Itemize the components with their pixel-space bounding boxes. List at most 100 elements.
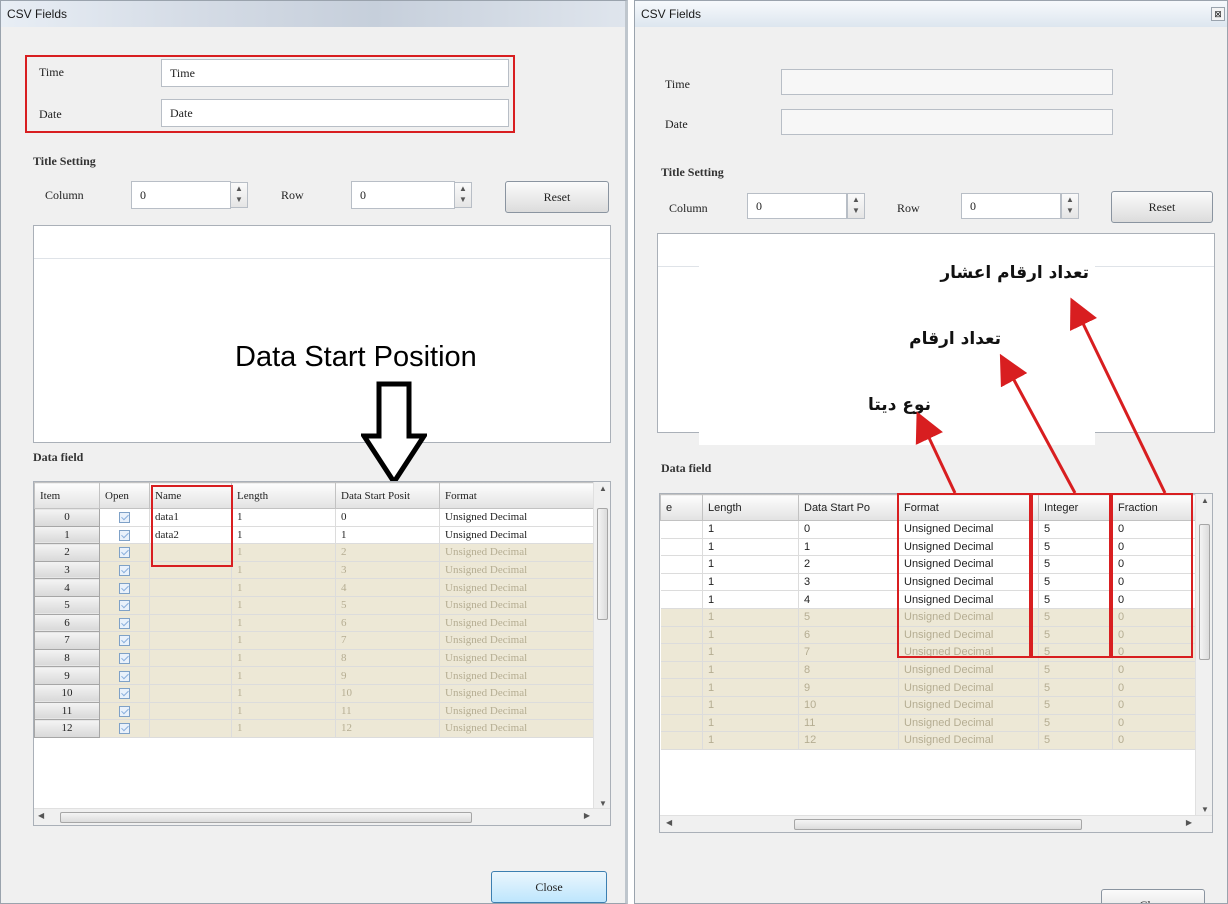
left-row-open[interactable]: [99, 543, 150, 562]
left-row-item[interactable]: 2: [34, 543, 100, 562]
left-row-item[interactable]: 1: [34, 525, 100, 545]
table-row[interactable]: 1 data2 1 1 Unsigned Decimal: [34, 525, 595, 545]
left-row-name[interactable]: data1: [149, 508, 232, 527]
left-row-length[interactable]: 1: [231, 702, 336, 721]
table-row[interactable]: 8 1 8 Unsigned Decimal: [34, 648, 595, 668]
left-row-length[interactable]: 1: [231, 543, 336, 562]
table-row[interactable]: 0 data1 1 0 Unsigned Decimal: [34, 508, 595, 527]
left-time-input[interactable]: Time: [161, 59, 509, 87]
table-row[interactable]: 5 1 5 Unsigned Decimal: [34, 595, 595, 615]
left-row-start[interactable]: 7: [335, 631, 440, 650]
left-row-length[interactable]: 1: [231, 508, 336, 527]
left-vscroll-thumb[interactable]: [597, 508, 608, 620]
left-row-start[interactable]: 10: [335, 684, 440, 703]
left-row-start[interactable]: 3: [335, 561, 440, 580]
left-row-name[interactable]: [149, 666, 232, 685]
left-row-name[interactable]: data2: [149, 526, 232, 545]
left-row-format[interactable]: Unsigned Decimal: [439, 631, 595, 650]
left-row-length[interactable]: 1: [231, 666, 336, 685]
left-row-length[interactable]: 1: [231, 596, 336, 615]
left-row-length[interactable]: 1: [231, 526, 336, 545]
left-row-name[interactable]: [149, 596, 232, 615]
left-row-format[interactable]: Unsigned Decimal: [439, 596, 595, 615]
left-row-format[interactable]: Unsigned Decimal: [439, 526, 595, 545]
left-row-name[interactable]: [149, 561, 232, 580]
left-row-start[interactable]: 9: [335, 666, 440, 685]
open-checkbox-icon[interactable]: [119, 565, 130, 577]
left-row-start[interactable]: 5: [335, 596, 440, 615]
open-checkbox-icon[interactable]: [119, 582, 130, 594]
left-row-format[interactable]: Unsigned Decimal: [439, 578, 595, 597]
left-row-start[interactable]: 0: [335, 508, 440, 527]
left-row-start[interactable]: 4: [335, 578, 440, 597]
left-row-name[interactable]: [149, 578, 232, 597]
left-grid-header-4[interactable]: Data Start Posit: [335, 482, 440, 509]
left-row-open[interactable]: [99, 684, 150, 703]
left-row-start[interactable]: 11: [335, 702, 440, 721]
left-row-format[interactable]: Unsigned Decimal: [439, 561, 595, 580]
left-row-format[interactable]: Unsigned Decimal: [439, 702, 595, 721]
open-checkbox-icon[interactable]: [119, 600, 130, 612]
left-grid-hscroll[interactable]: ◀ ▶: [34, 808, 610, 825]
left-grid-header-2[interactable]: Name: [149, 482, 232, 509]
left-row-format[interactable]: Unsigned Decimal: [439, 684, 595, 703]
left-row-length[interactable]: 1: [231, 561, 336, 580]
left-row-start[interactable]: 12: [335, 719, 440, 738]
left-row-open[interactable]: [99, 614, 150, 633]
left-row-item[interactable]: 3: [34, 560, 100, 580]
table-row[interactable]: 12 1 12 Unsigned Decimal: [34, 719, 595, 738]
open-checkbox-icon[interactable]: [119, 529, 130, 541]
left-row-item[interactable]: 11: [34, 701, 100, 721]
open-checkbox-icon[interactable]: [119, 653, 130, 665]
table-row[interactable]: 3 1 3 Unsigned Decimal: [34, 560, 595, 580]
left-row-spinner[interactable]: ▲ ▼: [454, 182, 472, 208]
left-row-item[interactable]: 7: [34, 631, 100, 650]
left-row-open[interactable]: [99, 578, 150, 597]
left-column-spinner[interactable]: ▲ ▼: [230, 182, 248, 208]
left-row-start[interactable]: 1: [335, 526, 440, 545]
left-row-item[interactable]: 12: [34, 719, 100, 738]
left-row-open[interactable]: [99, 666, 150, 685]
left-reset-button[interactable]: Reset: [505, 181, 609, 213]
left-row-item[interactable]: 6: [34, 613, 100, 633]
left-close-button[interactable]: Close: [491, 871, 607, 903]
left-row-start[interactable]: 6: [335, 614, 440, 633]
open-checkbox-icon[interactable]: [119, 635, 130, 647]
left-row-length[interactable]: 1: [231, 578, 336, 597]
left-row-length[interactable]: 1: [231, 719, 336, 738]
left-row-length[interactable]: 1: [231, 614, 336, 633]
left-row-open[interactable]: [99, 596, 150, 615]
table-row[interactable]: 7 1 7 Unsigned Decimal: [34, 631, 595, 650]
left-row-item[interactable]: 8: [34, 648, 100, 668]
left-date-input[interactable]: Date: [161, 99, 509, 127]
left-row-open[interactable]: [99, 719, 150, 738]
open-checkbox-icon[interactable]: [119, 547, 130, 559]
left-row-name[interactable]: [149, 614, 232, 633]
open-checkbox-icon[interactable]: [119, 617, 130, 629]
left-row-name[interactable]: [149, 684, 232, 703]
left-row-item[interactable]: 0: [34, 508, 100, 527]
left-row-format[interactable]: Unsigned Decimal: [439, 649, 595, 668]
left-row-format[interactable]: Unsigned Decimal: [439, 508, 595, 527]
left-grid-header-3[interactable]: Length: [231, 482, 336, 509]
left-row-length[interactable]: 1: [231, 684, 336, 703]
left-row-open[interactable]: [99, 508, 150, 527]
left-row-format[interactable]: Unsigned Decimal: [439, 543, 595, 562]
left-row-start[interactable]: 8: [335, 649, 440, 668]
left-grid-header-0[interactable]: Item: [34, 482, 100, 509]
left-row-format[interactable]: Unsigned Decimal: [439, 614, 595, 633]
left-row-length[interactable]: 1: [231, 649, 336, 668]
left-row-item[interactable]: 5: [34, 595, 100, 615]
open-checkbox-icon[interactable]: [119, 670, 130, 682]
left-row-open[interactable]: [99, 561, 150, 580]
left-row-name[interactable]: [149, 631, 232, 650]
table-row[interactable]: 6 1 6 Unsigned Decimal: [34, 613, 595, 633]
left-row-length[interactable]: 1: [231, 631, 336, 650]
open-checkbox-icon[interactable]: [119, 705, 130, 717]
left-row-open[interactable]: [99, 526, 150, 545]
left-row-open[interactable]: [99, 649, 150, 668]
open-checkbox-icon[interactable]: [119, 688, 130, 700]
table-row[interactable]: 4 1 4 Unsigned Decimal: [34, 578, 595, 597]
left-grid-vscroll[interactable]: ▲ ▼: [593, 482, 610, 810]
left-row-item[interactable]: 9: [34, 666, 100, 685]
